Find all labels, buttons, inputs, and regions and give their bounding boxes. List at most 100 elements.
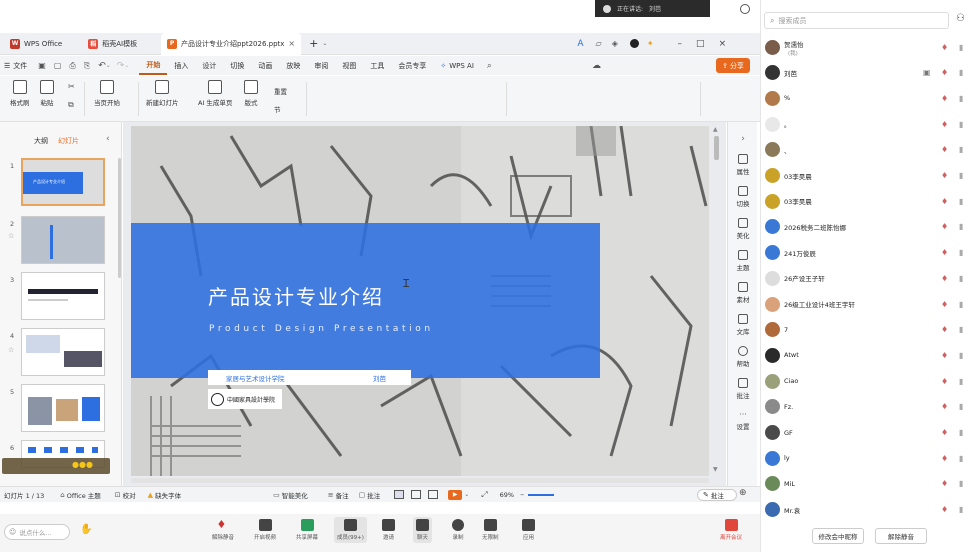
redo-dropdown-icon[interactable]: ⌄	[124, 62, 129, 69]
new-slide-button[interactable]: 新建幻灯片	[146, 80, 179, 107]
leave-meeting-button[interactable]: 离开会议	[720, 519, 742, 541]
menu-insert[interactable]: 插入	[167, 56, 195, 75]
member-row[interactable]: 刘芭 ▣ ♦ ▮	[765, 63, 973, 83]
cloud-icon[interactable]: ☁	[592, 61, 601, 71]
unlimited-button[interactable]: 无限制	[482, 519, 499, 541]
play-from-current-button[interactable]: 当页开始	[94, 80, 120, 107]
rail-library[interactable]: 文库	[728, 314, 758, 336]
mic-muted-icon[interactable]: ♦	[941, 43, 948, 52]
mic-muted-icon[interactable]: ♦	[941, 377, 948, 386]
menu-design[interactable]: 设计	[195, 56, 223, 75]
save-icon[interactable]: ▣	[38, 61, 46, 70]
chat-input[interactable]: ☺ 说点什么...	[4, 524, 70, 540]
chat-button[interactable]: 聊天	[413, 517, 432, 543]
undo-icon[interactable]: ↶	[98, 61, 106, 71]
member-row[interactable]: 03李昊晨 ♦ ▮	[765, 191, 973, 211]
slide-thumbnail[interactable]: 产品设计专业介绍	[21, 158, 105, 206]
menu-review[interactable]: 审阅	[307, 56, 335, 75]
menu-file[interactable]: ☰ 文件	[0, 56, 34, 75]
tab-outline[interactable]: 大纲	[34, 136, 48, 146]
menu-view[interactable]: 视图	[335, 56, 363, 75]
rail-beautify[interactable]: 美化	[728, 218, 758, 240]
camera-off-icon[interactable]: ▮	[959, 402, 963, 411]
layout-button[interactable]: 版式	[244, 80, 258, 107]
comments-button[interactable]: 批注	[367, 490, 380, 500]
member-row[interactable]: 。 ♦ ▮	[765, 114, 973, 134]
rail-help[interactable]: 帮助	[728, 346, 758, 368]
rail-assets[interactable]: 素材	[728, 282, 758, 304]
camera-off-icon[interactable]: ▮	[959, 454, 963, 463]
new-tab-icon[interactable]: +	[309, 37, 318, 50]
rail-comments[interactable]: 批注	[728, 378, 758, 400]
close-window-icon[interactable]: ×	[719, 39, 727, 49]
cut-icon[interactable]: ✂	[68, 82, 75, 91]
app-a-icon[interactable]: A	[577, 39, 583, 49]
chevron-down-icon[interactable]: ⌄	[322, 40, 327, 47]
search-icon[interactable]: ⌕	[487, 61, 492, 71]
member-row[interactable]: Fz. ♦ ▮	[765, 397, 973, 417]
mic-muted-icon[interactable]: ♦	[941, 300, 948, 309]
print-icon[interactable]: ⎘	[84, 61, 90, 71]
member-row[interactable]: 241万俊辰 ♦ ▮	[765, 243, 973, 263]
mic-muted-icon[interactable]: ♦	[941, 428, 948, 437]
undo-dropdown-icon[interactable]: ⌄	[106, 62, 111, 69]
department-label[interactable]: 家居与艺术设计学院	[226, 373, 285, 383]
play-dropdown-icon[interactable]: ⌄	[464, 491, 469, 498]
menu-member[interactable]: 会员专享	[391, 56, 433, 75]
close-tab-icon[interactable]: ×	[288, 39, 295, 48]
mic-muted-icon[interactable]: ♦	[941, 325, 948, 334]
notes-button[interactable]: 备注	[336, 490, 349, 500]
camera-off-icon[interactable]: ▮	[959, 505, 963, 514]
zoom-in-icon[interactable]: ⊕	[739, 488, 747, 498]
user-avatar-icon[interactable]	[629, 39, 639, 48]
play-slideshow-icon[interactable]: ▶	[448, 489, 463, 500]
member-row[interactable]: Mr.袁 ♦ ▮	[765, 500, 973, 520]
maximize-icon[interactable]: □	[696, 39, 705, 49]
slide-subtitle[interactable]: Product Design Presentation	[209, 324, 434, 334]
unmute-button[interactable]: ♦ 解除静音	[212, 519, 234, 542]
mic-muted-icon[interactable]: ♦	[941, 402, 948, 411]
camera-off-icon[interactable]: ▮	[959, 377, 963, 386]
member-row[interactable]: Ciao ♦ ▮	[765, 371, 973, 391]
mic-muted-icon[interactable]: ♦	[941, 248, 948, 257]
menu-tools[interactable]: 工具	[363, 56, 391, 75]
copy-icon[interactable]: ⧉	[68, 100, 74, 110]
apps-button[interactable]: 应用	[522, 519, 535, 541]
rail-settings[interactable]: ··· 设置	[728, 410, 758, 431]
camera-off-icon[interactable]: ▮	[959, 351, 963, 360]
mic-muted-icon[interactable]: ♦	[941, 145, 948, 154]
rail-properties[interactable]: 属性	[728, 154, 758, 176]
member-row[interactable]: GF ♦ ▮	[765, 423, 973, 443]
invite-button[interactable]: 邀请	[382, 519, 395, 541]
mic-muted-icon[interactable]: ♦	[941, 94, 948, 103]
tab-slides[interactable]: 幻灯片	[58, 136, 79, 146]
mic-muted-icon[interactable]: ♦	[941, 479, 948, 488]
camera-off-icon[interactable]: ▮	[959, 428, 963, 437]
collapse-panel-icon[interactable]: ‹	[106, 134, 110, 144]
scroll-down-icon[interactable]: ▼	[713, 466, 718, 473]
mic-muted-icon[interactable]: ♦	[941, 171, 948, 180]
camera-off-icon[interactable]: ▮	[959, 197, 963, 206]
badge-icon[interactable]: ✦	[647, 39, 654, 48]
sorter-view-icon[interactable]	[411, 490, 422, 499]
section-button[interactable]: 节	[274, 104, 281, 114]
docs-icon[interactable]: ▱	[596, 39, 602, 48]
smart-beautify-button[interactable]: 智能美化	[282, 490, 308, 500]
slide-thumbnail[interactable]	[21, 272, 105, 320]
rail-theme[interactable]: 主题	[728, 250, 758, 272]
proofread-button[interactable]: 校对	[123, 490, 136, 500]
member-row[interactable]: 、 ♦ ▮	[765, 140, 973, 160]
menu-animation[interactable]: 动画	[251, 56, 279, 75]
camera-off-icon[interactable]: ▮	[959, 120, 963, 129]
camera-off-icon[interactable]: ▮	[959, 325, 963, 334]
rail-transition[interactable]: 切换	[728, 186, 758, 208]
share-screen-button[interactable]: 共享屏幕	[296, 519, 318, 541]
current-slide[interactable]: 产品设计专业介绍 Product Design Presentation 家居与…	[131, 126, 709, 476]
menu-slideshow[interactable]: 放映	[279, 56, 307, 75]
mic-muted-icon[interactable]: ♦	[941, 222, 948, 231]
member-row[interactable]: 贺濡怡 (我) ♦ ▮	[765, 37, 973, 57]
tab-wps-office[interactable]: W WPS Office	[4, 33, 68, 55]
member-search-input[interactable]: ⌕ 搜索成员	[764, 12, 949, 29]
format-painter-button[interactable]: 格式刷	[10, 80, 30, 107]
share-button[interactable]: ⇪ 分享	[716, 58, 750, 73]
